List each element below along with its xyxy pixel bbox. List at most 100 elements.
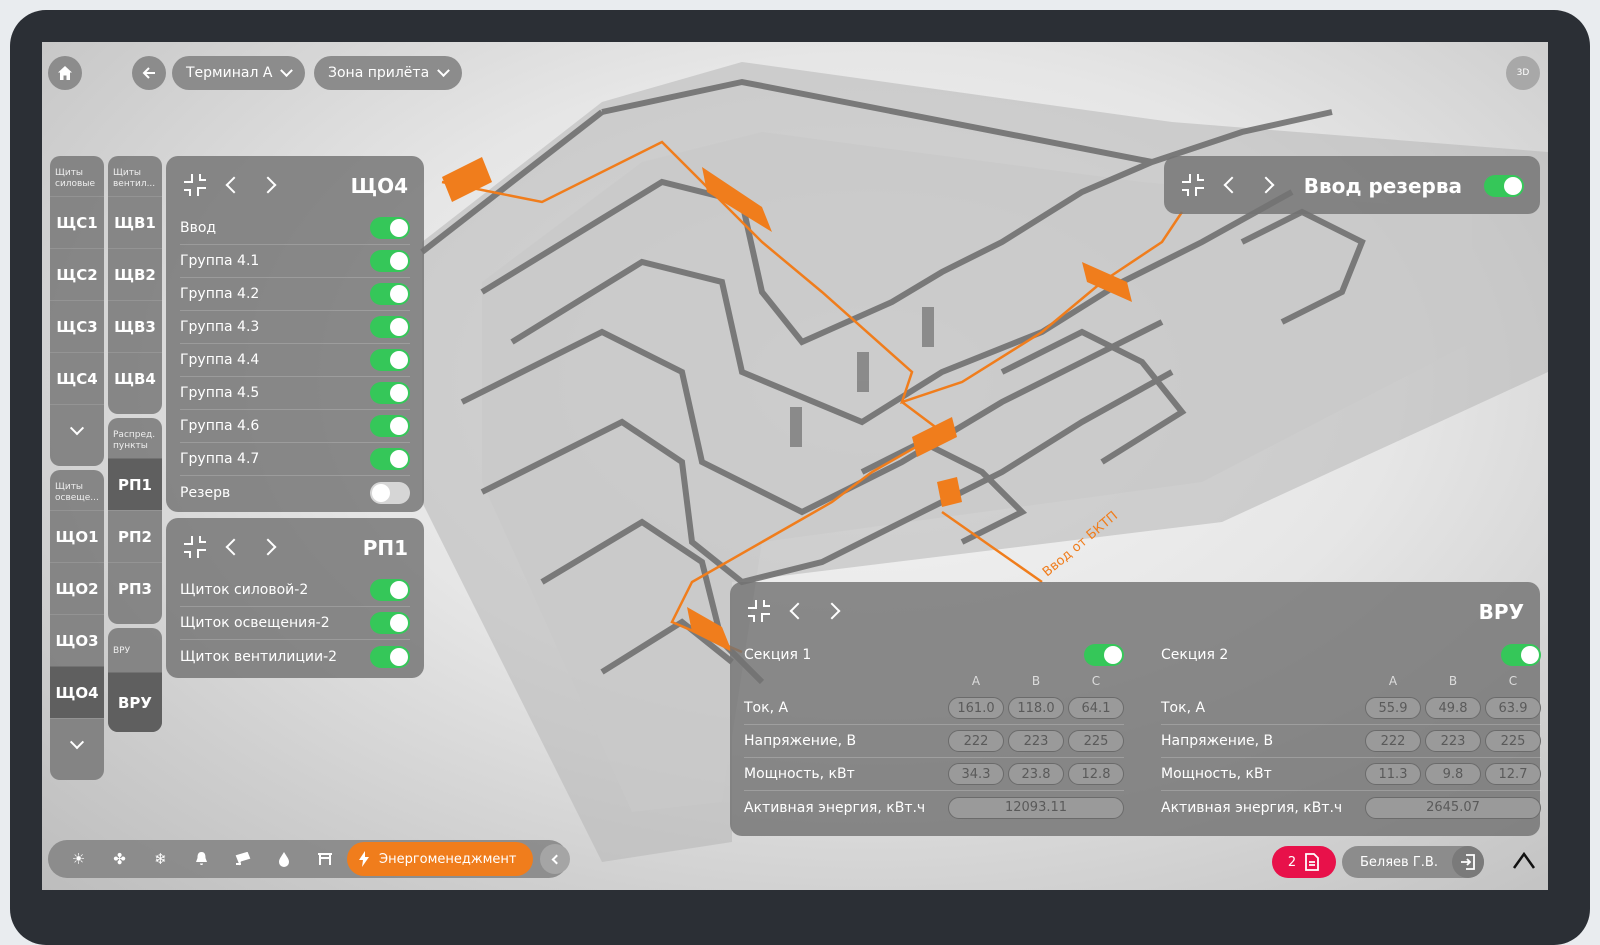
panel-item-shv3[interactable]: ЩВ3 <box>108 300 162 352</box>
chevron-down-icon <box>69 420 85 435</box>
zone-dropdown[interactable]: Зона прилёта <box>314 56 463 90</box>
energy-management-tab[interactable]: Энергоменеджмент <box>347 842 533 876</box>
metric-value: 63.9 <box>1485 697 1541 719</box>
collapse-toolbar-button[interactable] <box>540 844 570 874</box>
row-toggle[interactable] <box>370 612 410 634</box>
chevron-right-icon[interactable] <box>259 176 277 194</box>
rotate-3d-icon: 3D <box>1516 68 1530 78</box>
panel-item-shv2[interactable]: ЩВ2 <box>108 248 162 300</box>
camera-icon[interactable] <box>222 840 263 878</box>
chevron-right-icon[interactable] <box>259 538 277 556</box>
panel-sho4: ЩО4 Ввод Группа 4.1 Группа 4.2 Группа 4.3 Гр… <box>166 156 424 512</box>
metric-label: Мощность, кВт <box>744 766 855 782</box>
panel-title: ВРУ <box>1478 600 1524 624</box>
expand-button[interactable] <box>50 718 104 770</box>
row-toggle[interactable] <box>370 283 410 305</box>
power-panels-column: Щиты силовые ЩС1 ЩС2 ЩС3 ЩС4 <box>50 156 104 466</box>
panel-item-sho4[interactable]: ЩО4 <box>50 666 104 718</box>
water-drop-icon[interactable] <box>263 840 304 878</box>
chevron-left-icon[interactable] <box>1223 176 1241 194</box>
row-label: Щиток силовой-2 <box>180 582 309 598</box>
phase-header: A B C <box>744 670 1124 692</box>
row-toggle[interactable] <box>370 316 410 338</box>
toggle-row: Группа 4.1 <box>180 245 410 278</box>
panel-rp1: РП1 Щиток силовой-2 Щиток освещения-2 Щито… <box>166 518 424 678</box>
panel-item-shs4[interactable]: ЩС4 <box>50 352 104 404</box>
toggle-row: Ввод <box>180 212 410 245</box>
metric-value: 12.7 <box>1485 763 1541 785</box>
panel-item-vru[interactable]: ВРУ <box>108 672 162 732</box>
row-toggle[interactable] <box>370 349 410 371</box>
logout-button[interactable] <box>1452 846 1484 878</box>
row-label: Группа 4.4 <box>180 352 260 368</box>
app-logo <box>1512 850 1536 874</box>
chevron-left-icon[interactable] <box>225 176 243 194</box>
row-toggle[interactable] <box>370 382 410 404</box>
row-label: Группа 4.1 <box>180 253 260 269</box>
toggle-row: Щиток силовой-2 <box>180 574 410 607</box>
chevron-right-icon[interactable] <box>823 602 841 620</box>
panel-item-shs1[interactable]: ЩС1 <box>50 196 104 248</box>
row-toggle[interactable] <box>370 645 410 668</box>
row-label: Щиток вентилиции-2 <box>180 648 338 665</box>
light-icon[interactable]: ☀ <box>58 840 99 878</box>
metric-value: 64.1 <box>1068 697 1124 719</box>
metric-value: 118.0 <box>1008 697 1064 719</box>
row-toggle[interactable] <box>370 217 410 239</box>
panel-item-rp1[interactable]: РП1 <box>108 458 162 510</box>
panel-item-sho1[interactable]: ЩО1 <box>50 510 104 562</box>
collapse-icon[interactable] <box>748 600 770 622</box>
metric-value: 225 <box>1485 730 1541 752</box>
metric-label: Ток, А <box>1161 700 1206 716</box>
toggle-row: Щиток освещения-2 <box>180 607 410 640</box>
panel-item-rp2[interactable]: РП2 <box>108 510 162 562</box>
view-3d-button[interactable]: 3D <box>1506 56 1540 90</box>
panel-item-rp3[interactable]: РП3 <box>108 562 162 614</box>
metric-label: Активная энергия, кВт.ч <box>744 799 926 816</box>
row-label: Резерв <box>180 484 231 501</box>
section-header: Секция 1 <box>744 640 1124 670</box>
panel-item-shv4[interactable]: ЩВ4 <box>108 352 162 404</box>
bell-icon[interactable] <box>181 840 222 878</box>
chevron-left-icon[interactable] <box>225 538 243 556</box>
logout-icon <box>1461 854 1475 870</box>
column-heading: Распред. пункты <box>113 430 156 451</box>
expand-button[interactable] <box>50 404 104 456</box>
metric-value: 23.8 <box>1008 763 1064 785</box>
row-label: Группа 4.5 <box>180 385 260 401</box>
metric-values: 222 223 225 <box>1361 730 1541 752</box>
home-button[interactable] <box>48 56 82 90</box>
row-toggle[interactable] <box>370 448 410 470</box>
row-toggle[interactable] <box>370 415 410 437</box>
terminal-dropdown[interactable]: Терминал А <box>172 56 306 90</box>
collapse-icon[interactable] <box>184 536 206 558</box>
back-button[interactable] <box>132 56 166 90</box>
section-toggle[interactable] <box>1501 644 1541 666</box>
panel-item-sho3[interactable]: ЩО3 <box>50 614 104 666</box>
metric-value: 55.9 <box>1365 697 1421 719</box>
gate-icon[interactable] <box>304 840 345 878</box>
phase-label: C <box>1508 674 1518 688</box>
metric-row: Ток, А 161.0 118.0 64.1 <box>744 692 1124 725</box>
row-label: Группа 4.2 <box>180 286 260 302</box>
panel-item-sho2[interactable]: ЩО2 <box>50 562 104 614</box>
reserve-toggle[interactable] <box>1484 175 1524 197</box>
collapse-icon[interactable] <box>184 174 206 196</box>
toggle-row: Группа 4.7 <box>180 443 410 476</box>
row-toggle[interactable] <box>370 481 410 504</box>
row-toggle[interactable] <box>370 579 410 601</box>
collapse-icon[interactable] <box>1182 174 1204 196</box>
reports-badge[interactable]: 2 <box>1272 846 1336 878</box>
snowflake-icon[interactable]: ❄ <box>140 840 181 878</box>
metric-values: 161.0 118.0 64.1 <box>944 697 1124 719</box>
panel-item-shs2[interactable]: ЩС2 <box>50 248 104 300</box>
chevron-right-icon[interactable] <box>1257 176 1275 194</box>
toggle-row: Группа 4.3 <box>180 311 410 344</box>
panel-item-shs3[interactable]: ЩС3 <box>50 300 104 352</box>
section-toggle[interactable] <box>1084 644 1124 666</box>
fan-icon[interactable]: ✤ <box>99 840 140 878</box>
vru-column: ВРУ ВРУ <box>108 628 162 732</box>
chevron-left-icon[interactable] <box>789 602 807 620</box>
panel-item-shv1[interactable]: ЩВ1 <box>108 196 162 248</box>
row-toggle[interactable] <box>370 250 410 272</box>
